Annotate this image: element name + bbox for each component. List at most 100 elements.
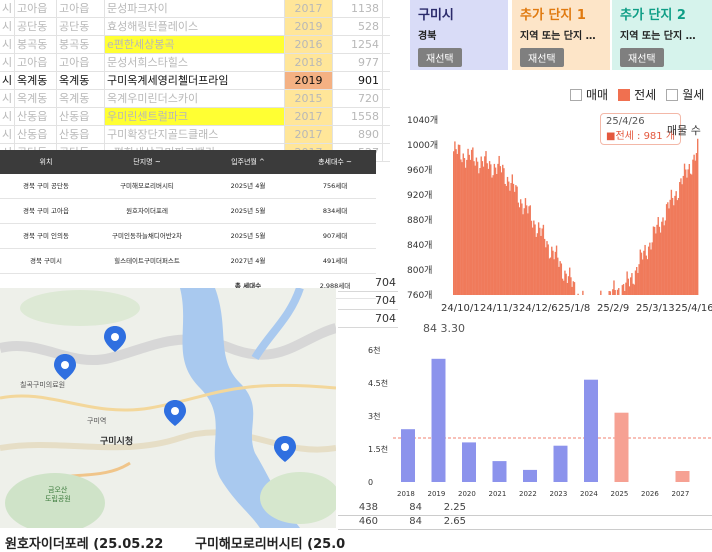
- sheet-cell-c2[interactable]: 옥계동: [57, 72, 105, 89]
- sheet-cell-year[interactable]: 2015: [285, 90, 333, 107]
- header-location[interactable]: 위치: [0, 150, 92, 174]
- supply-bar[interactable]: [584, 379, 598, 482]
- supply-bar[interactable]: [675, 471, 690, 482]
- table-cell: 원호자이더포레: [126, 207, 168, 215]
- sheet-cell-c3[interactable]: 효성해링턴플레이스: [105, 18, 285, 35]
- sheet-cell-c0[interactable]: 시: [0, 126, 15, 143]
- card-title: 구미시: [418, 8, 454, 23]
- bar-x-label: 2022: [519, 490, 537, 498]
- sheet-cell-c3[interactable]: 문성서희스타힐스: [105, 54, 285, 71]
- compare-card-2[interactable]: 추가 단지 1 지역 또는 단지 … 재선택: [512, 0, 610, 70]
- sheet-cell-c3[interactable]: e편한세상봉곡: [105, 36, 285, 53]
- table-row[interactable]: 경북 구미 인의동 구미인동하늘채디어반2차 2025년 5월 907세대: [0, 224, 376, 249]
- footer-right[interactable]: 구미해모로리버시티 (25.0: [195, 533, 345, 552]
- reselect-button[interactable]: 재선택: [520, 48, 564, 67]
- map-marker-1[interactable]: [104, 326, 126, 356]
- sheet-cell-c0[interactable]: 시: [0, 54, 15, 71]
- sheet-cell-c2[interactable]: 옥계동: [57, 90, 105, 107]
- legend-sale-checkbox[interactable]: [570, 88, 582, 101]
- bar-y-tick: 1.5천: [368, 444, 388, 454]
- table-row[interactable]: 경북 구미시 힐스테이트구미더퍼스트 2027년 4월 491세대: [0, 249, 376, 274]
- sheet-cell-units[interactable]: 901: [333, 72, 383, 89]
- sheet-cell-year[interactable]: 2019: [285, 72, 333, 89]
- legend-jeonse[interactable]: 전세: [634, 86, 656, 103]
- sheet-cell-c2[interactable]: 공단동: [57, 18, 105, 35]
- sheet-cell-c1[interactable]: 옥계동: [15, 72, 57, 89]
- jeonse-bar: [456, 153, 458, 295]
- y-tick-label: 1040개: [407, 115, 438, 126]
- sheet-cell-c2[interactable]: 고아읍: [57, 0, 105, 17]
- jeonse-bar: [625, 282, 627, 295]
- header-move-in[interactable]: 입주년월 ^: [202, 150, 294, 174]
- sheet-cell-c2[interactable]: 산동읍: [57, 108, 105, 125]
- map-marker-4[interactable]: [274, 436, 296, 466]
- header-complex[interactable]: 단지명 ~: [92, 150, 202, 174]
- sheet-cell-c0[interactable]: 시: [0, 90, 15, 107]
- legend-sale[interactable]: 매매: [586, 86, 608, 103]
- supply-bar[interactable]: [492, 461, 507, 482]
- sheet-cell-units[interactable]: 720: [333, 90, 383, 107]
- sheet-cell-c1[interactable]: 봉곡동: [15, 36, 57, 53]
- map-marker-3[interactable]: [164, 400, 186, 430]
- legend-rent-checkbox[interactable]: [666, 88, 679, 101]
- header-units[interactable]: 총세대수 ~: [294, 150, 376, 174]
- sheet-cell-units[interactable]: 890: [333, 126, 383, 143]
- sheet-cell-c3[interactable]: 옥계우미린더스카이: [105, 90, 285, 107]
- jeonse-bar: [470, 149, 473, 295]
- sheet-cell-year[interactable]: 2016: [285, 36, 333, 53]
- sheet-cell-c3[interactable]: 우미린센트럴파크: [105, 108, 285, 125]
- legend-rent[interactable]: 월세: [682, 86, 704, 103]
- supply-bar[interactable]: [462, 442, 476, 482]
- sheet-cell-c1[interactable]: 옥계동: [15, 90, 57, 107]
- sheet-cell-c0[interactable]: 시: [0, 72, 15, 89]
- sheet-cell-units[interactable]: 1254: [333, 36, 383, 53]
- supply-bar[interactable]: [523, 469, 537, 482]
- table-row[interactable]: 경북 구미 공단동 구미해모로리버시티 2025년 4월 756세대: [0, 174, 376, 199]
- sheet-cell-c1[interactable]: 산동읍: [15, 126, 57, 143]
- jeonse-bar: [682, 175, 685, 295]
- map[interactable]: 칠곡구미의료원 구미역 구미시청 금오산 도립공원: [0, 288, 336, 528]
- sheet-cell-year[interactable]: 2018: [285, 54, 333, 71]
- sheet-cell-c0[interactable]: 시: [0, 0, 15, 17]
- sheet-cell-year[interactable]: 2017: [285, 0, 333, 17]
- sheet-cell-units[interactable]: 977: [333, 54, 383, 71]
- sheet-cell-c0[interactable]: 시: [0, 36, 15, 53]
- table-row[interactable]: 경북 구미 고아읍 원호자이더포레 2025년 5월 834세대: [0, 199, 376, 224]
- sheet-cell-units[interactable]: 1558: [333, 108, 383, 125]
- sheet-cell-c0[interactable]: 시: [0, 18, 15, 35]
- sheet-cell-units[interactable]: 528: [333, 18, 383, 35]
- sheet-cell-c2[interactable]: 봉곡동: [57, 36, 105, 53]
- sheet-cell-year[interactable]: 2017: [285, 108, 333, 125]
- compare-card-1[interactable]: 구미시 경북 재선택: [410, 0, 508, 70]
- jeonse-bar: [636, 267, 638, 295]
- bar-x-label: 2025: [611, 490, 629, 498]
- reselect-button[interactable]: 재선택: [620, 48, 664, 67]
- supply-bar[interactable]: [614, 412, 629, 482]
- jeonse-bar: [577, 293, 579, 295]
- supply-bar[interactable]: [431, 358, 446, 482]
- sheet-cell-c2[interactable]: 고아읍: [57, 54, 105, 71]
- sheet-cell-year[interactable]: 2017: [285, 126, 333, 143]
- supply-bar[interactable]: [553, 445, 568, 482]
- sheet-cell-c2[interactable]: 산동읍: [57, 126, 105, 143]
- sheet-cell-c0[interactable]: 시: [0, 108, 15, 125]
- jeonse-bar: [454, 141, 456, 295]
- legend-jeonse-checkbox[interactable]: [618, 88, 631, 101]
- sheet-cell-c3[interactable]: 문성파크자이: [105, 0, 285, 17]
- sheet-cell-year[interactable]: 2019: [285, 18, 333, 35]
- sheet-cell-c1[interactable]: 공단동: [15, 18, 57, 35]
- sheet-cell-c1[interactable]: 고아읍: [15, 0, 57, 17]
- sheet-cell-c1[interactable]: 고아읍: [15, 54, 57, 71]
- compare-card-3[interactable]: 추가 단지 2 지역 또는 단지 … 재선택: [612, 0, 712, 70]
- map-label-park: 도립공원: [45, 495, 71, 503]
- map-marker-2[interactable]: [54, 354, 76, 384]
- sheet-cell-c1[interactable]: 산동읍: [15, 108, 57, 125]
- supply-bar[interactable]: [401, 429, 415, 482]
- jeonse-bar: [455, 149, 457, 295]
- sheet-cell-c3[interactable]: 구미옥계세영리첼더프라임: [105, 72, 285, 89]
- sheet-cell-units[interactable]: 1138: [333, 0, 383, 17]
- footer-left[interactable]: 원호자이더포레 (25.05.22: [5, 533, 163, 552]
- jeonse-bar: [497, 163, 499, 295]
- sheet-cell-c3[interactable]: 구미확장단지골드클래스: [105, 126, 285, 143]
- reselect-button[interactable]: 재선택: [418, 48, 462, 67]
